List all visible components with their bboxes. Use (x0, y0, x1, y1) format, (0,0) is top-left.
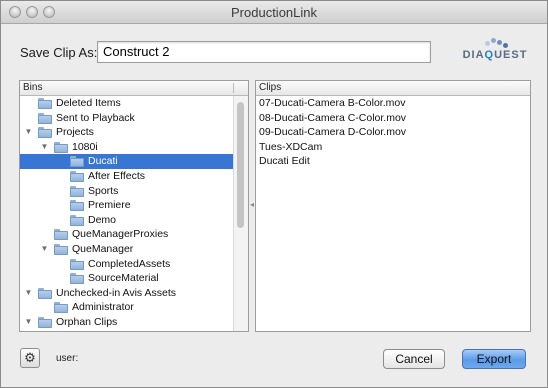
bin-label: Ducati (88, 155, 118, 168)
window-title: ProductionLink (231, 5, 317, 20)
folder-icon (38, 316, 52, 328)
clips-column-header[interactable]: Clips (256, 81, 530, 96)
bin-row[interactable]: ▼ Projects (20, 125, 235, 140)
bin-row[interactable]: Sent to Playback (20, 111, 235, 126)
cancel-button[interactable]: Cancel (383, 349, 445, 369)
clip-item[interactable]: 08-Ducati-Camera C-Color.mov (256, 111, 530, 126)
bin-row[interactable]: ▼ Unchecked-in Avis Assets (20, 286, 235, 301)
folder-icon (70, 258, 84, 270)
folder-icon (54, 229, 68, 241)
bin-row[interactable] (20, 330, 235, 333)
bin-label: QueManager (72, 242, 134, 255)
bin-label: Premiere (88, 199, 131, 212)
bin-label: CompletedAssets (88, 257, 171, 270)
bins-tree: Deleted Items Sent to Playback ▼ Projects ▼ 1… (20, 96, 235, 333)
bins-column-header[interactable]: Bins (20, 81, 248, 96)
logo-wordmark: DIAQUEST (462, 49, 528, 61)
disclosure-triangle-icon[interactable]: ▼ (24, 286, 33, 301)
diaquest-logo: DIAQUEST (457, 38, 533, 66)
clips-panel: Clips 07-Ducati-Camera B-Color.mov 08-Duc… (255, 80, 531, 332)
bin-row[interactable]: Administrator (20, 300, 235, 315)
clip-item[interactable]: Ducati Edit (256, 154, 530, 169)
bins-scroll-thumb[interactable] (237, 102, 244, 228)
logo-dots-icon (483, 38, 509, 48)
folder-icon (38, 112, 52, 124)
bin-row[interactable]: QueManagerProxies (20, 227, 235, 242)
folder-icon (70, 273, 84, 285)
gear-button[interactable]: ⚙ (20, 348, 40, 368)
bin-row[interactable]: Premiere (20, 198, 235, 213)
bin-row[interactable]: Demo (20, 213, 235, 228)
bin-label: 1080i (72, 140, 98, 153)
bin-row[interactable]: Sports (20, 184, 235, 199)
folder-icon (38, 287, 52, 299)
splitter-grip-icon: ◂ (250, 200, 255, 209)
gear-icon: ⚙ (24, 350, 36, 365)
disclosure-triangle-icon[interactable]: ▼ (24, 315, 33, 330)
bin-row[interactable]: ▼ QueManager (20, 242, 235, 257)
folder-icon (70, 170, 84, 182)
folder-icon (54, 302, 68, 314)
bin-label: Orphan Clips (56, 315, 118, 328)
save-clip-as-input[interactable]: Construct 2 (97, 41, 431, 63)
bin-row[interactable]: ▼ 1080i (20, 140, 235, 155)
bin-label: Projects (56, 126, 94, 139)
bin-row[interactable]: Deleted Items (20, 96, 235, 111)
clip-item[interactable]: Tues-XDCam (256, 140, 530, 155)
clip-item[interactable]: 07-Ducati-Camera B-Color.mov (256, 96, 530, 111)
bin-label: Sports (88, 184, 119, 197)
save-clip-as-label: Save Clip As: (20, 45, 98, 60)
productionlink-window: ProductionLink Save Clip As: Construct 2… (0, 0, 548, 388)
bin-label: Unchecked-in Avis Assets (56, 286, 177, 299)
folder-icon (38, 98, 52, 109)
disclosure-triangle-icon[interactable]: ▼ (40, 140, 49, 155)
bin-label: QueManagerProxies (72, 228, 169, 241)
bin-label: Deleted Items (56, 97, 121, 109)
bin-label: SourceMaterial (88, 272, 159, 285)
bin-label: Administrator (72, 301, 134, 314)
export-button[interactable]: Export (462, 349, 526, 369)
clip-item[interactable]: 09-Ducati-Camera D-Color.mov (256, 125, 530, 140)
folder-icon (54, 332, 68, 333)
folder-icon (38, 127, 52, 139)
title-bar: ProductionLink (1, 1, 547, 24)
bin-row[interactable]: ▼ Orphan Clips (20, 315, 235, 330)
folder-icon (70, 214, 84, 226)
folder-icon (54, 243, 68, 255)
bin-row[interactable]: CompletedAssets (20, 257, 235, 272)
disclosure-triangle-icon[interactable]: ▼ (24, 125, 33, 140)
bins-scrollbar[interactable] (233, 96, 248, 331)
bin-row[interactable]: After Effects (20, 169, 235, 184)
bins-panel: Bins Deleted Items Sent to Playback ▼ Proje… (19, 80, 249, 332)
folder-icon (70, 185, 84, 197)
folder-icon (70, 200, 84, 212)
bin-row[interactable]: Ducati (20, 154, 235, 169)
bin-label: After Effects (88, 169, 145, 182)
bin-row[interactable]: SourceMaterial (20, 271, 235, 286)
disclosure-triangle-icon[interactable]: ▼ (40, 242, 49, 257)
user-label: user: (56, 353, 79, 364)
folder-icon (70, 156, 84, 168)
clips-list: 07-Ducati-Camera B-Color.mov 08-Ducati-Ca… (256, 96, 530, 169)
folder-icon (54, 141, 68, 153)
bin-label: Sent to Playback (56, 111, 135, 124)
bin-label: Demo (88, 213, 117, 226)
